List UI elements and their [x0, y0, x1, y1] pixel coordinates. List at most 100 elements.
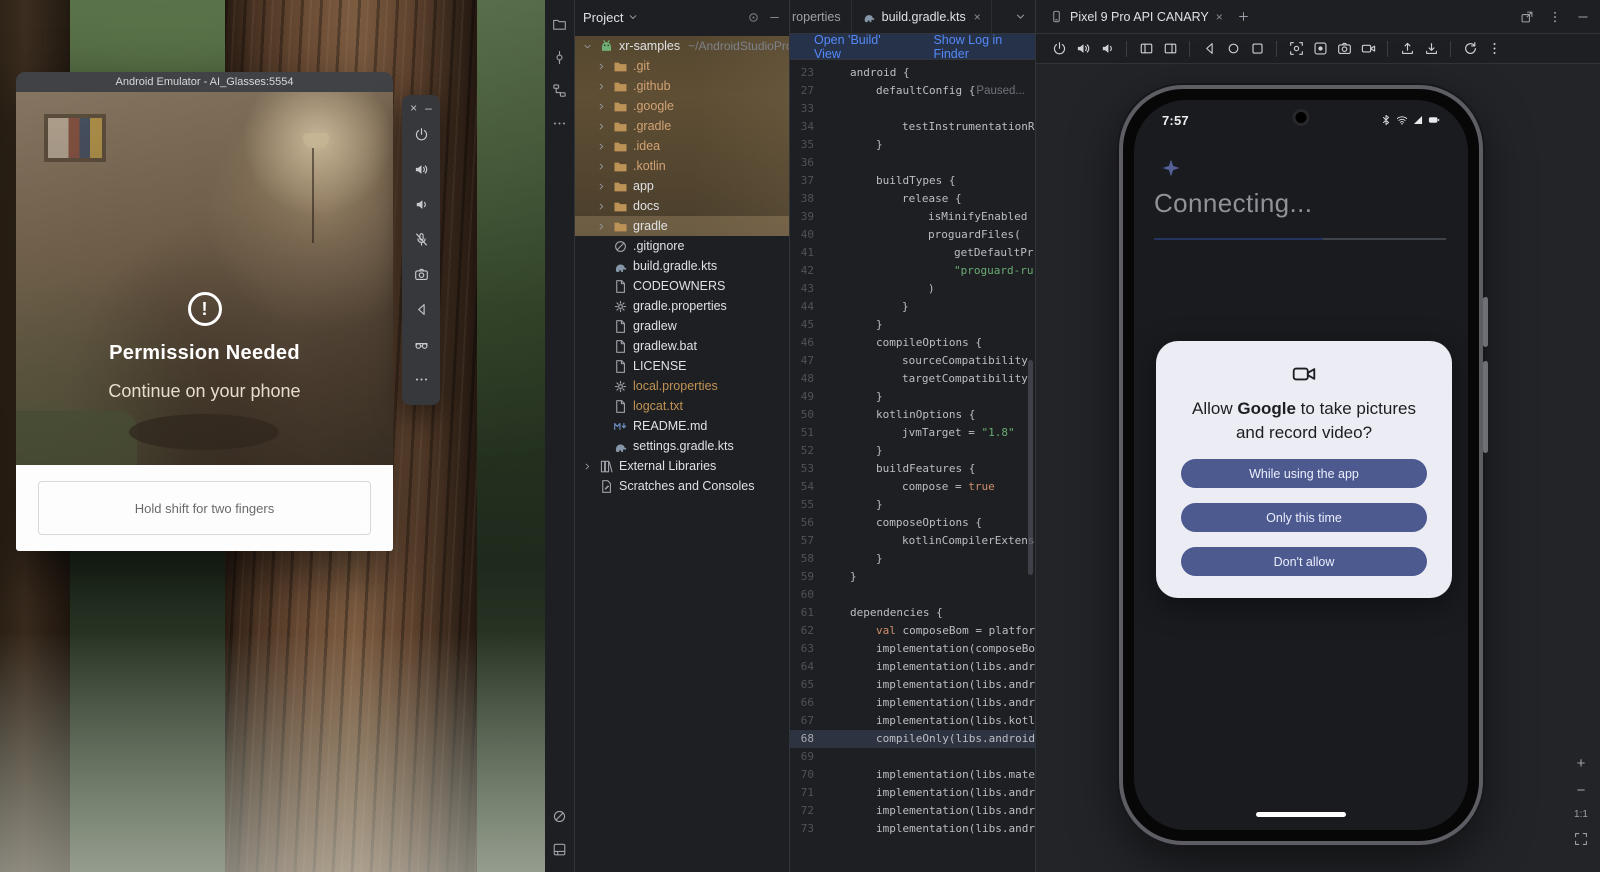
tree-item-logcat-txt[interactable]: logcat.txt [575, 396, 789, 416]
zoom-in-button[interactable]: + [1577, 756, 1586, 771]
tree-item-app[interactable]: app [575, 176, 789, 196]
video-icon[interactable] [1357, 38, 1379, 60]
tab-pixel-9-pro[interactable]: Pixel 9 Pro API CANARY × [1046, 0, 1227, 33]
fit-to-window-icon[interactable] [1574, 832, 1588, 846]
line-number[interactable]: 73 [790, 820, 814, 838]
tree-item-local-properties[interactable]: local.properties [575, 376, 789, 396]
tree-item-gitignore[interactable]: .gitignore [575, 236, 789, 256]
more-h-icon[interactable] [547, 107, 573, 140]
line-number[interactable]: 23 [790, 64, 814, 82]
line-number[interactable]: 35 [790, 136, 814, 154]
emulator-titlebar[interactable]: Android Emulator - AI_Glasses:5554 [16, 72, 393, 92]
volume-down-icon[interactable] [414, 187, 429, 222]
line-number[interactable]: 63 [790, 640, 814, 658]
line-number[interactable]: 68 [790, 730, 814, 748]
line-number[interactable]: 46 [790, 334, 814, 352]
overview-icon[interactable] [1246, 38, 1268, 60]
code-editor[interactable]: 23android {27defaultConfig {Paused...333… [790, 60, 1035, 872]
fold-out-icon[interactable] [1159, 38, 1181, 60]
camera-icon[interactable] [414, 257, 429, 292]
line-number[interactable]: 47 [790, 352, 814, 370]
line-number[interactable]: 43 [790, 280, 814, 298]
volume-up-icon[interactable] [414, 152, 429, 187]
phone-screen[interactable]: 7:57 Connecting... Allow Google to ta [1134, 100, 1468, 830]
line-number[interactable]: 64 [790, 658, 814, 676]
tree-item-xr-samples[interactable]: xr-samples~/AndroidStudioProj [575, 36, 789, 56]
zoom-out-button[interactable]: − [1577, 783, 1586, 798]
line-number[interactable]: 27 [790, 82, 814, 100]
more-v-icon[interactable] [1483, 38, 1505, 60]
signal-icon[interactable] [1412, 114, 1424, 126]
line-number[interactable]: 41 [790, 244, 814, 262]
back-icon[interactable] [1198, 38, 1220, 60]
tab-gradle-properties[interactable]: roperties [790, 0, 852, 33]
line-number[interactable]: 61 [790, 604, 814, 622]
line-number[interactable]: 42 [790, 262, 814, 280]
tree-item-gradle-properties[interactable]: gradle.properties [575, 296, 789, 316]
folder-tab-icon[interactable] [547, 8, 573, 41]
power-icon[interactable] [1048, 38, 1070, 60]
line-number[interactable]: 58 [790, 550, 814, 568]
power-icon[interactable] [414, 117, 429, 152]
line-number[interactable]: 39 [790, 208, 814, 226]
tree-item-gradle[interactable]: gradle [575, 216, 789, 236]
commit-icon[interactable] [547, 41, 573, 74]
close-tab-icon[interactable]: × [1216, 10, 1223, 24]
upload-icon[interactable] [1396, 38, 1418, 60]
line-number[interactable]: 62 [790, 622, 814, 640]
close-tab-icon[interactable]: × [974, 10, 981, 24]
chevron-down-icon[interactable] [627, 11, 639, 23]
screenshot-icon[interactable] [1285, 38, 1307, 60]
tab-build-gradle-kts[interactable]: build.gradle.kts × [852, 0, 992, 33]
home-icon[interactable] [1222, 38, 1244, 60]
bluetooth-icon[interactable] [1380, 114, 1392, 126]
restore-icon[interactable] [1459, 38, 1481, 60]
line-number[interactable]: 72 [790, 802, 814, 820]
home-indicator-bar[interactable] [1256, 812, 1346, 817]
hide-panel-icon[interactable] [1576, 10, 1590, 24]
line-number[interactable]: 66 [790, 694, 814, 712]
while-using-the-app-button[interactable]: While using the app [1181, 459, 1427, 488]
line-number[interactable]: 44 [790, 298, 814, 316]
minimize-icon[interactable]: – [425, 102, 432, 114]
line-number[interactable]: 34 [790, 118, 814, 136]
record-icon[interactable] [1309, 38, 1331, 60]
glasses-icon[interactable] [414, 327, 429, 362]
tree-item-gradle[interactable]: .gradle [575, 116, 789, 136]
line-number[interactable]: 71 [790, 784, 814, 802]
tree-item-google[interactable]: .google [575, 96, 789, 116]
line-number[interactable]: 48 [790, 370, 814, 388]
line-number[interactable]: 53 [790, 460, 814, 478]
open-in-window-icon[interactable] [1520, 10, 1534, 24]
don-t-allow-button[interactable]: Don't allow [1181, 547, 1427, 576]
volume-down-icon[interactable] [1096, 38, 1118, 60]
tree-item-external-libraries[interactable]: External Libraries [575, 456, 789, 476]
tree-item-docs[interactable]: docs [575, 196, 789, 216]
structure-icon[interactable] [547, 74, 573, 107]
hidden-tabs-chevron-icon[interactable] [1014, 10, 1035, 23]
volume-up-icon[interactable] [1072, 38, 1094, 60]
line-number[interactable]: 65 [790, 676, 814, 694]
line-number[interactable]: 59 [790, 568, 814, 586]
line-number[interactable]: 36 [790, 154, 814, 172]
tree-item-license[interactable]: LICENSE [575, 356, 789, 376]
line-number[interactable]: 45 [790, 316, 814, 334]
tree-item-git[interactable]: .git [575, 56, 789, 76]
show-log-in-finder-link[interactable]: Show Log in Finder [933, 33, 1035, 61]
tree-item-kotlin[interactable]: .kotlin [575, 156, 789, 176]
line-number[interactable]: 52 [790, 442, 814, 460]
tree-item-gradlew[interactable]: gradlew [575, 316, 789, 336]
more-h-icon[interactable] [414, 362, 429, 397]
line-number[interactable]: 49 [790, 388, 814, 406]
battery-icon[interactable] [1428, 114, 1440, 126]
emulator-screen[interactable]: ! Permission Needed Continue on your pho… [16, 92, 393, 465]
zoom-reset-button[interactable]: 1:1 [1574, 810, 1588, 820]
line-number[interactable]: 56 [790, 514, 814, 532]
line-number[interactable]: 40 [790, 226, 814, 244]
open-build-view-link[interactable]: Open 'Build' View [814, 33, 905, 61]
tree-item-gradlew-bat[interactable]: gradlew.bat [575, 336, 789, 356]
console-icon[interactable] [547, 800, 573, 833]
editor-scrollbar[interactable] [1028, 360, 1033, 575]
line-number[interactable]: 70 [790, 766, 814, 784]
tree-item-codeowners[interactable]: CODEOWNERS [575, 276, 789, 296]
